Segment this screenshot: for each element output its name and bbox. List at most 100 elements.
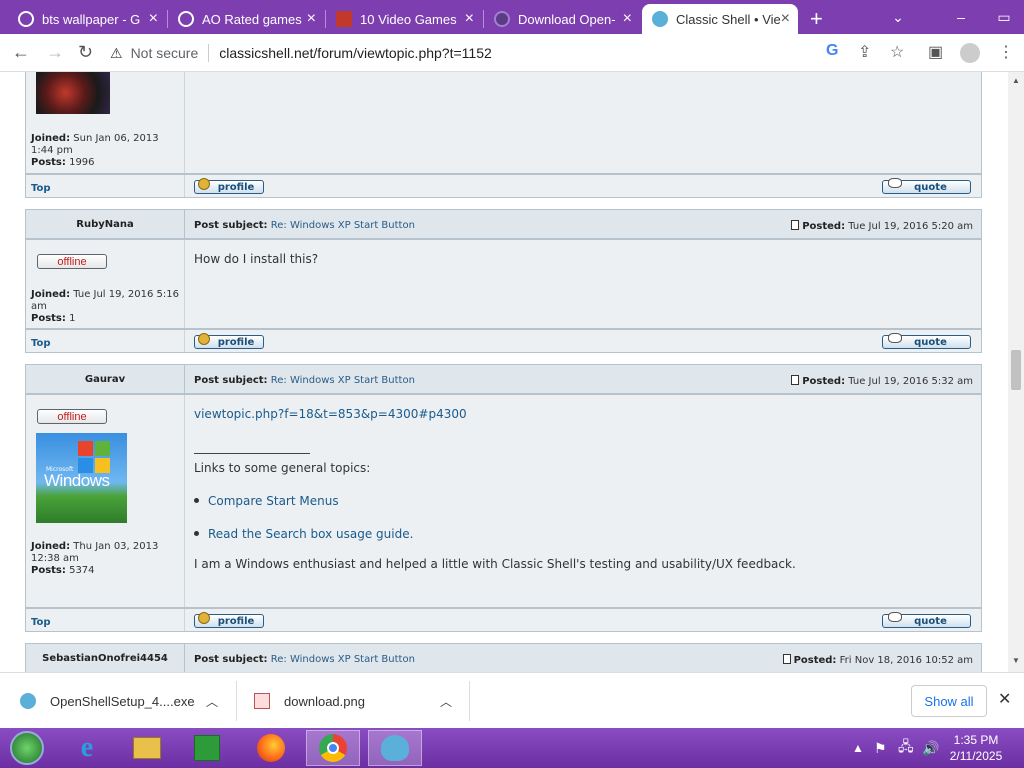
network-icon[interactable]: 🖧: [898, 728, 914, 768]
post-author[interactable]: Gaurav: [26, 365, 185, 395]
url-text[interactable]: classicshell.net/forum/viewtopic.php?t=1…: [219, 45, 492, 61]
share-icon[interactable]: ⇪: [858, 42, 871, 62]
restore-button[interactable]: ▭: [984, 0, 1024, 34]
reload-icon[interactable]: ↻: [78, 42, 93, 63]
posted-label: Posted:: [793, 655, 837, 666]
tab-classic-shell[interactable]: Classic Shell • Vie ×: [642, 4, 798, 34]
profile-button[interactable]: profile: [194, 612, 264, 628]
close-icon[interactable]: ×: [623, 10, 632, 28]
posts-count: 5374: [69, 565, 95, 576]
show-hidden-icons-icon[interactable]: ▲: [852, 728, 864, 768]
profile-label: profile: [217, 336, 255, 348]
post-author[interactable]: SebastianOnofrei4454: [26, 644, 185, 672]
scroll-up-icon[interactable]: ▲: [1012, 76, 1020, 85]
top-link[interactable]: Top: [31, 338, 51, 349]
firefox-icon: [257, 734, 285, 762]
download-filename[interactable]: OpenShellSetup_4....exe: [50, 694, 195, 709]
post-link[interactable]: viewtopic.php?f=18&t=853&p=4300#p4300: [194, 407, 467, 421]
classic-shell-icon: [652, 11, 668, 27]
tab-ao-rated-games[interactable]: AO Rated games ×: [168, 4, 324, 34]
posts-label: Posts:: [31, 565, 66, 576]
profile-avatar-icon[interactable]: [960, 43, 980, 63]
post-date: Posted: Fri Nov 18, 2016 10:52 am: [782, 654, 973, 666]
warning-icon[interactable]: ⚠: [110, 45, 123, 62]
google-lens-icon[interactable]: G: [826, 42, 838, 60]
post-link-icon[interactable]: [782, 654, 791, 664]
address-bar[interactable]: ⚠ Not secure classicshell.net/forum/view…: [110, 39, 910, 67]
taskbar-firefox[interactable]: [244, 730, 298, 766]
subject-link[interactable]: Re: Windows XP Start Button: [271, 375, 415, 386]
menu-kebab-icon[interactable]: ⋮: [998, 42, 1014, 62]
tab-10-video-games[interactable]: 10 Video Games ×: [326, 4, 482, 34]
download-filename[interactable]: download.png: [284, 694, 365, 709]
taskbar-classic-shell[interactable]: [368, 730, 422, 766]
signature-text: I am a Windows enthusiast and helped a l…: [194, 557, 796, 571]
forward-icon[interactable]: →: [46, 42, 64, 63]
action-center-flag-icon[interactable]: ⚑: [874, 728, 887, 768]
quote-button[interactable]: quote: [882, 333, 971, 349]
profile-button[interactable]: profile: [194, 178, 264, 194]
side-panel-icon[interactable]: ▣: [928, 42, 943, 62]
compare-start-menus-link[interactable]: Compare Start Menus: [208, 494, 339, 508]
posted-date: Tue Jul 19, 2016 5:20 am: [848, 221, 973, 232]
subject-link[interactable]: Re: Windows XP Start Button: [271, 654, 415, 665]
clock-time: 1:35 PM: [953, 733, 999, 747]
posts-count: 1996: [69, 157, 95, 168]
minimize-button[interactable]: –: [938, 0, 984, 34]
posted-date: Fri Nov 18, 2016 10:52 am: [839, 655, 973, 666]
taskbar-clock[interactable]: 1:35 PM 2/11/2025: [940, 732, 1012, 764]
security-label[interactable]: Not secure: [131, 45, 199, 61]
close-icon[interactable]: ×: [307, 10, 316, 28]
taskbar-chrome[interactable]: [306, 730, 360, 766]
subject-link[interactable]: Re: Windows XP Start Button: [271, 220, 415, 231]
taskbar-internet-explorer[interactable]: e: [60, 730, 114, 766]
chevron-up-icon[interactable]: ︿: [206, 693, 218, 710]
close-icon[interactable]: ✕: [998, 689, 1011, 709]
download-item[interactable]: OpenShellSetup_4....exe ︿: [20, 673, 230, 729]
search-guide-link[interactable]: Read the Search box usage guide.: [208, 527, 413, 541]
profile-button[interactable]: profile: [194, 333, 264, 349]
taskbar-file-explorer[interactable]: [120, 730, 174, 766]
posted-label: Posted:: [802, 376, 846, 387]
quote-icon: [888, 612, 902, 622]
divider: [184, 175, 185, 197]
show-all-button[interactable]: Show all: [911, 685, 987, 717]
quote-icon: [888, 178, 902, 188]
tab-title: 10 Video Games: [360, 11, 457, 27]
volume-icon[interactable]: 🔊: [922, 728, 939, 768]
close-icon[interactable]: ×: [465, 10, 474, 28]
post-link-icon[interactable]: [791, 375, 800, 385]
close-icon[interactable]: ×: [149, 10, 158, 28]
top-link[interactable]: Top: [31, 617, 51, 628]
scroll-down-icon[interactable]: ▼: [1012, 656, 1020, 665]
quote-label: quote: [914, 336, 947, 348]
back-icon[interactable]: ←: [12, 42, 30, 63]
page-scrollbar[interactable]: ▲ ▼: [1008, 72, 1024, 672]
tab-search-button[interactable]: ⌄: [878, 0, 918, 34]
post-footer: Top profile quote: [25, 608, 982, 632]
new-tab-button[interactable]: +: [810, 6, 823, 32]
start-button[interactable]: [0, 730, 54, 766]
quote-button[interactable]: quote: [882, 612, 971, 628]
downloads-bar: OpenShellSetup_4....exe ︿ download.png ︿…: [0, 672, 1024, 728]
top-link[interactable]: Top: [31, 183, 51, 194]
close-icon[interactable]: ×: [781, 10, 790, 28]
tab-download-open-shell[interactable]: Download Open- ×: [484, 4, 640, 34]
user-meta: Joined: Sun Jan 06, 2013 1:44 pm Posts: …: [31, 133, 181, 169]
tab-title: AO Rated games: [202, 11, 302, 27]
scrollbar-thumb[interactable]: [1011, 350, 1021, 390]
taskbar-store[interactable]: [180, 730, 234, 766]
profile-icon: [198, 333, 210, 345]
signature-divider: [194, 453, 310, 454]
post-profile-column: offline Microsoft Windows Joined: Thu Ja…: [26, 395, 185, 607]
chevron-up-icon[interactable]: ︿: [440, 693, 452, 710]
user-avatar[interactable]: [36, 72, 110, 114]
user-avatar[interactable]: Microsoft Windows: [36, 433, 127, 523]
post-link-icon[interactable]: [791, 220, 800, 230]
bookmark-star-icon[interactable]: ☆: [890, 42, 904, 62]
post-date: Posted: Tue Jul 19, 2016 5:20 am: [791, 220, 973, 232]
tab-bts-wallpaper[interactable]: bts wallpaper - G ×: [8, 4, 166, 34]
download-item[interactable]: download.png ︿: [254, 673, 464, 729]
quote-button[interactable]: quote: [882, 178, 971, 194]
post-author[interactable]: RubyNana: [26, 210, 185, 240]
